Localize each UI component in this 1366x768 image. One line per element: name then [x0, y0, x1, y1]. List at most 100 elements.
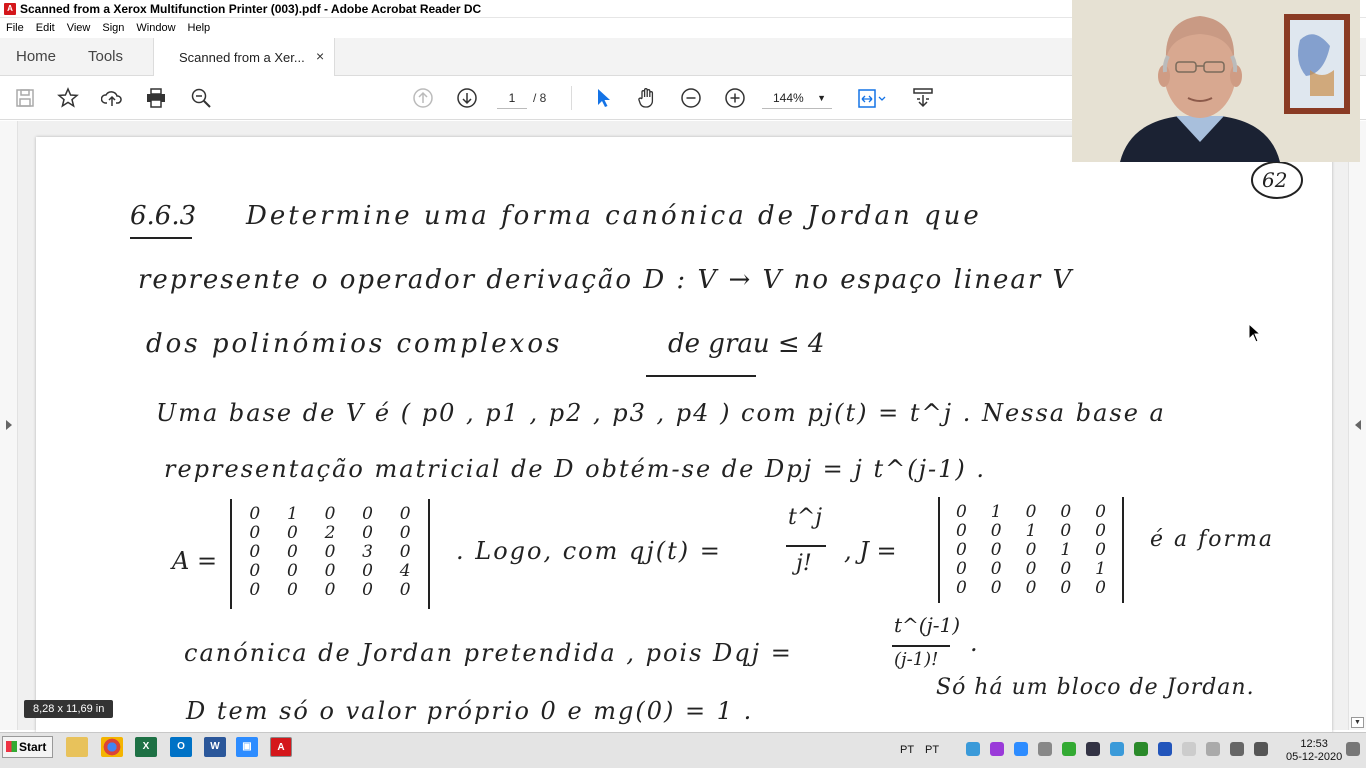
solution-line-1: Uma base de V é ( p0 , p1 , p2 , p3 , p4… [156, 399, 1166, 427]
matrix-j-row: 0 0 0 0 1 [944, 560, 1118, 579]
menu-window[interactable]: Window [130, 22, 181, 34]
document-viewport[interactable]: 62 6.6.3 Determine uma forma canónica de… [0, 121, 1366, 737]
matrix-a-cell: 0 [249, 523, 261, 543]
matrix-a-cell: 0 [324, 542, 336, 562]
zoom-out-icon[interactable] [679, 86, 703, 110]
matrix-j-cell: 0 [990, 559, 1002, 579]
tray-monitor-icon[interactable] [1086, 742, 1100, 756]
fraction-2-denominator: (j-1)! [894, 649, 939, 670]
matrix-a-cell: 0 [324, 580, 336, 600]
tab-home[interactable]: Home [16, 48, 56, 65]
upload-icon[interactable] [100, 86, 124, 110]
matrix-a-cell: 0 [362, 523, 373, 543]
windows-logo-icon [6, 741, 17, 752]
save-icon[interactable] [13, 86, 37, 110]
language-indicator[interactable]: PT [900, 744, 914, 756]
bookmark-star-icon[interactable] [56, 86, 80, 110]
hand-pan-icon[interactable] [635, 86, 659, 110]
tray-cloud-icon[interactable] [1110, 742, 1124, 756]
tray-usb-icon[interactable] [1206, 742, 1220, 756]
matrix-j-cell: 0 [955, 559, 967, 579]
scroll-down-icon[interactable]: ▼ [1351, 717, 1364, 728]
page-down-icon[interactable] [455, 86, 479, 110]
pdf-page: 62 6.6.3 Determine uma forma canónica de… [36, 137, 1332, 737]
zoom-level-select[interactable]: 144% ▼ [762, 87, 832, 109]
expand-left-icon[interactable] [5, 419, 13, 431]
page-number-input[interactable]: 1 [497, 87, 527, 109]
tab-tools[interactable]: Tools [88, 48, 123, 65]
left-panel-toggle[interactable] [0, 121, 18, 730]
right-panel-toggle[interactable]: ▼ [1348, 121, 1366, 730]
matrix-j-cell: 1 [1095, 559, 1106, 579]
clock-time: 12:53 [1300, 738, 1328, 750]
matrix-j-cell: 0 [1060, 521, 1072, 541]
window-title: Scanned from a Xerox Multifunction Print… [20, 1, 482, 16]
matrix-j-cell: 0 [990, 578, 1002, 598]
fit-page-icon[interactable] [855, 86, 889, 110]
matrix-a-cell: 0 [286, 542, 298, 562]
bluetooth-icon[interactable] [1158, 742, 1172, 756]
zoom-in-icon[interactable] [723, 86, 747, 110]
page-up-icon[interactable] [411, 86, 435, 110]
system-clock[interactable]: 12:53 05-12-2020 [1286, 738, 1342, 764]
matrix-a-cell: 0 [324, 504, 336, 524]
acrobat-taskbar-icon[interactable]: A [270, 737, 292, 757]
tray-network-icon[interactable] [966, 742, 980, 756]
matrix-j-cell: 0 [955, 540, 967, 560]
tray-flag-icon[interactable] [1182, 742, 1196, 756]
zoom-app-icon[interactable]: ▣ [236, 737, 258, 757]
show-desktop-icon[interactable] [1346, 742, 1360, 756]
tray-sync-icon[interactable] [1062, 742, 1076, 756]
matrix-a-cell: 0 [249, 504, 261, 524]
start-button[interactable]: Start [2, 736, 53, 758]
tray-display-icon[interactable] [1038, 742, 1052, 756]
matrix-a-cell: 0 [399, 580, 411, 600]
menu-help[interactable]: Help [182, 22, 217, 34]
excel-icon[interactable]: X [135, 737, 157, 757]
matrix-a-row: 0 0 0 3 0 [236, 543, 424, 562]
zoom-level-value: 144% [773, 91, 804, 105]
tray-update-icon[interactable] [1134, 742, 1148, 756]
matrix-j-cell: 0 [1025, 502, 1037, 522]
matrix-j-row: 0 0 0 1 0 [944, 541, 1118, 560]
scroll-mode-icon[interactable] [911, 86, 935, 110]
matrix-j-cell: 0 [955, 521, 967, 541]
acrobat-icon: A [4, 2, 16, 15]
menu-file[interactable]: File [0, 22, 30, 34]
keyboard-layout-indicator[interactable]: PT [925, 744, 939, 756]
tray-zoom-icon[interactable] [1014, 742, 1028, 756]
search-zoom-icon[interactable] [189, 86, 213, 110]
outlook-icon[interactable]: O [170, 737, 192, 757]
matrix-j-row: 0 1 0 0 0 [944, 503, 1118, 522]
expand-right-icon[interactable] [1354, 419, 1362, 431]
matrix-a-cell: 2 [324, 523, 336, 543]
volume-icon[interactable] [1254, 742, 1268, 756]
matrix-j-cell: 0 [1025, 540, 1037, 560]
signal-icon[interactable] [1230, 742, 1244, 756]
matrix-a-cell: 0 [399, 542, 411, 562]
matrix-a-cell: 0 [286, 523, 298, 543]
menu-sign[interactable]: Sign [96, 22, 130, 34]
mouse-cursor-icon [1248, 323, 1262, 343]
fraction-2-numerator: t^(j-1) [894, 613, 961, 637]
matrix-a-cell: 4 [399, 561, 411, 581]
solution-line-5-end: Só há um bloco de Jordan. [936, 675, 1255, 700]
menu-edit[interactable]: Edit [30, 22, 61, 34]
select-cursor-icon[interactable] [591, 86, 615, 110]
tray-app-icon[interactable] [990, 742, 1004, 756]
word-icon[interactable]: W [204, 737, 226, 757]
matrix-j-row: 0 0 1 0 0 [944, 522, 1118, 541]
chrome-icon[interactable] [101, 737, 123, 757]
file-explorer-icon[interactable] [66, 737, 88, 757]
matrix-j-cell: 0 [955, 578, 967, 598]
matrix-a-row: 0 0 0 0 0 [236, 581, 424, 600]
tab-document[interactable]: Scanned from a Xer... × [153, 38, 335, 76]
print-icon[interactable] [144, 86, 168, 110]
menu-view[interactable]: View [61, 22, 97, 34]
solution-line-3: . Logo, com qj(t) = [456, 537, 722, 565]
close-tab-icon[interactable]: × [316, 48, 324, 64]
solution-line-5: D tem só o valor próprio 0 e mg(0) = 1 . [186, 697, 754, 725]
statement-line-1: Determine uma forma canónica de Jordan q… [246, 201, 982, 231]
matrix-j-cell: 0 [1025, 578, 1037, 598]
matrix-j: 0100000100000100000100000 [938, 497, 1124, 603]
